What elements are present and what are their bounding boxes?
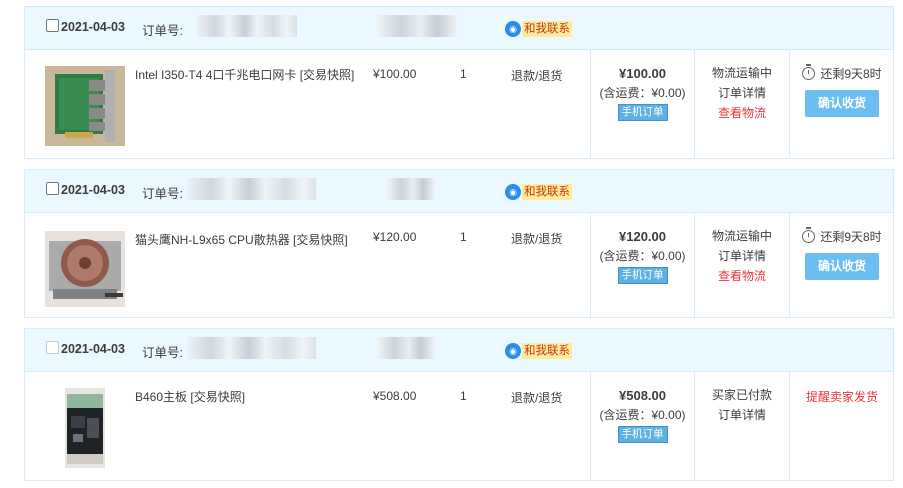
order-select-checkbox[interactable]: [46, 341, 59, 354]
contact-seller-label: 和我联系: [522, 184, 572, 200]
redacted-seller-name: [377, 337, 435, 359]
order-total: ¥120.00: [619, 229, 666, 244]
time-remaining-text: 还剩9天8时: [820, 230, 882, 244]
order-body: B460主板 [交易快照] ¥508.00 1 退款/退货 ¥508.00 (含…: [25, 372, 893, 480]
order-date: 2021-04-03: [61, 183, 125, 197]
remind-seller-ship-link[interactable]: 提醒卖家发货: [790, 388, 894, 405]
order-date: 2021-04-03: [61, 20, 125, 34]
quantity: 1: [460, 230, 467, 244]
redacted-seller-name: [387, 178, 435, 200]
contact-seller-label: 和我联系: [522, 21, 572, 37]
view-logistics-link[interactable]: 查看物流: [695, 103, 789, 123]
product-title-link[interactable]: B460主板 [交易快照]: [135, 389, 360, 405]
time-remaining: 还剩9天8时: [790, 64, 894, 82]
chat-bubble-icon: ◉: [505, 184, 521, 200]
contact-seller-link[interactable]: ◉ 和我联系: [505, 184, 572, 200]
order-total: ¥100.00: [619, 66, 666, 81]
order-details-link[interactable]: 订单详情: [695, 83, 789, 103]
stopwatch-icon: [802, 64, 816, 80]
order-select-checkbox[interactable]: [46, 182, 59, 195]
status-column: 买家已付款 订单详情: [695, 372, 790, 480]
status-column: 物流运输中 订单详情 查看物流: [695, 213, 790, 317]
order-details-link[interactable]: 订单详情: [695, 246, 789, 266]
refund-return-link[interactable]: 退款/退货: [511, 389, 562, 406]
order-status: 物流运输中: [711, 229, 772, 243]
time-remaining-text: 还剩9天8时: [820, 67, 882, 81]
mobile-order-badge: 手机订单: [617, 104, 668, 121]
product-image[interactable]: [65, 388, 105, 468]
total-column: ¥508.00 (含运费：¥0.00) 手机订单: [590, 372, 695, 480]
product-title-link[interactable]: Intel I350-T4 4口千兆电口网卡 [交易快照]: [135, 67, 360, 83]
order-number-label: 订单号:: [142, 346, 183, 360]
mobile-order-badge: 手机订单: [617, 426, 668, 443]
order-date: 2021-04-03: [61, 342, 125, 356]
action-column: 还剩9天8时 确认收货: [790, 213, 894, 317]
chat-bubble-icon: ◉: [505, 21, 521, 37]
redacted-order-number: [188, 337, 316, 359]
confirm-receipt-button[interactable]: 确认收货: [805, 90, 879, 117]
order-status: 物流运输中: [711, 66, 772, 80]
view-logistics-link[interactable]: 查看物流: [695, 266, 789, 286]
order-status: 买家已付款: [711, 388, 772, 402]
product-image[interactable]: [45, 231, 125, 307]
unit-price: ¥120.00: [373, 230, 417, 244]
mobile-order-badge: 手机订单: [617, 267, 668, 284]
contact-seller-link[interactable]: ◉ 和我联系: [505, 343, 572, 359]
redacted-order-number: [197, 15, 297, 37]
action-column: 提醒卖家发货: [790, 372, 894, 480]
order-select-checkbox[interactable]: [46, 19, 59, 32]
stopwatch-icon: [802, 227, 816, 243]
refund-return-link[interactable]: 退款/退货: [511, 67, 562, 84]
unit-price: ¥508.00: [373, 389, 417, 403]
order-card: 2021-04-03 订单号: ◉ 和我联系 B460主板 [交易快照] ¥50…: [24, 328, 894, 481]
unit-price: ¥100.00: [373, 67, 417, 81]
refund-return-link[interactable]: 退款/退货: [511, 230, 562, 247]
order-body: 猫头鹰NH-L9x65 CPU散热器 [交易快照] ¥120.00 1 退款/退…: [25, 213, 893, 317]
total-column: ¥120.00 (含运费：¥0.00) 手机订单: [590, 213, 695, 317]
order-header: 2021-04-03 订单号: ◉ 和我联系: [25, 329, 893, 372]
chat-bubble-icon: ◉: [505, 343, 521, 359]
order-number-label: 订单号:: [142, 187, 183, 201]
confirm-receipt-button[interactable]: 确认收货: [805, 253, 879, 280]
contact-seller-label: 和我联系: [522, 343, 572, 359]
product-image[interactable]: [45, 66, 125, 146]
shipping-fee: (含运费：¥0.00): [599, 86, 686, 100]
order-card: 2021-04-03 订单号: ◉ 和我联系 猫头鹰NH-L9x65 CPU散热…: [24, 169, 894, 318]
action-column: 还剩9天8时 确认收货: [790, 50, 894, 158]
quantity: 1: [460, 67, 467, 81]
total-column: ¥100.00 (含运费：¥0.00) 手机订单: [590, 50, 695, 158]
order-header: 2021-04-03 订单号: ◉ 和我联系: [25, 170, 893, 213]
order-total: ¥508.00: [619, 388, 666, 403]
order-card: 2021-04-03 订单号: ◉ 和我联系 Intel I350-T4 4口千…: [24, 6, 894, 159]
redacted-seller-name: [377, 15, 457, 37]
time-remaining: 还剩9天8时: [790, 227, 894, 245]
order-body: Intel I350-T4 4口千兆电口网卡 [交易快照] ¥100.00 1 …: [25, 50, 893, 158]
order-details-link[interactable]: 订单详情: [695, 405, 789, 425]
status-column: 物流运输中 订单详情 查看物流: [695, 50, 790, 158]
quantity: 1: [460, 389, 467, 403]
contact-seller-link[interactable]: ◉ 和我联系: [505, 21, 572, 37]
order-number-label: 订单号:: [142, 24, 183, 38]
shipping-fee: (含运费：¥0.00): [599, 249, 686, 263]
shipping-fee: (含运费：¥0.00): [599, 408, 686, 422]
order-header: 2021-04-03 订单号: ◉ 和我联系: [25, 7, 893, 50]
product-title-link[interactable]: 猫头鹰NH-L9x65 CPU散热器 [交易快照]: [135, 232, 360, 248]
redacted-order-number: [188, 178, 316, 200]
